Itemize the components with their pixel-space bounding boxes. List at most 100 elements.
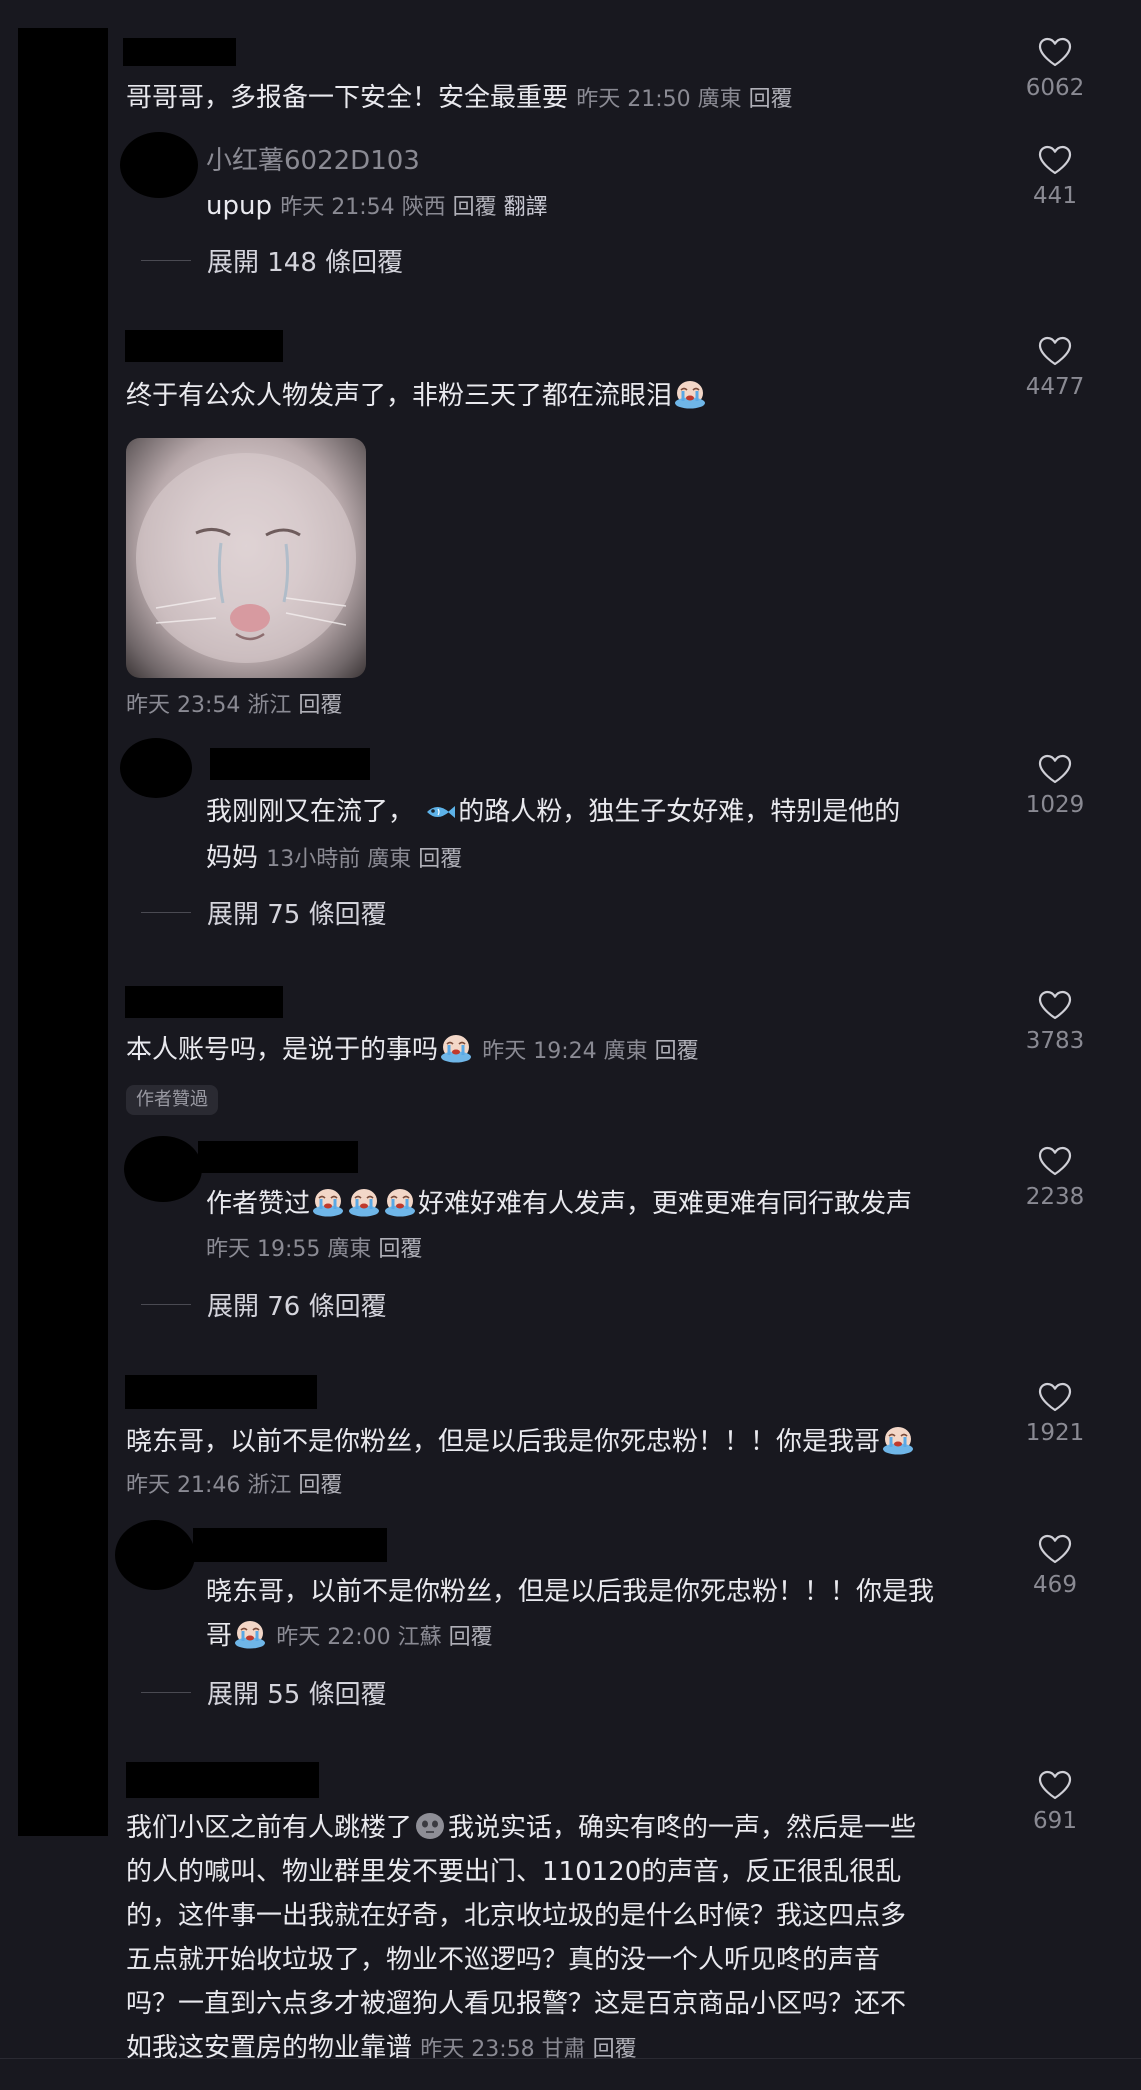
crying-face-emoji: [347, 1187, 381, 1217]
crying-cat-illustration: [136, 453, 356, 663]
expand-replies-button[interactable]: 展開 55 條回覆: [141, 1672, 387, 1712]
reply-button[interactable]: 回覆: [298, 1473, 342, 1498]
reply-text-line2: 妈妈 13小時前 廣東 回覆: [206, 836, 462, 882]
comment-meta: 昨天 21:46 浙江: [126, 1473, 292, 1498]
comment-image-crying-cat[interactable]: [126, 438, 366, 678]
reply-meta: 昨天 19:55 廣東: [206, 1237, 372, 1262]
heart-outline-icon: [1038, 37, 1072, 67]
like-count: 2238: [1025, 1184, 1085, 1210]
reply-button[interactable]: 回覆: [453, 195, 497, 220]
divider: [141, 1691, 191, 1693]
avatar[interactable]: [124, 1136, 202, 1202]
comment-meta-row: 昨天 21:46 浙江 回覆: [126, 1464, 342, 1508]
comment-body-part2: 我说实话，确实有咚的一声，然后是一些: [448, 1813, 917, 1843]
comment-meta: 昨天 21:50 廣東: [576, 87, 742, 112]
comment-text-line6: 如我这安置房的物业靠谱 昨天 23:58 甘肅 回覆: [126, 2026, 637, 2072]
reply-body-part3: 妈妈: [206, 843, 259, 873]
reply-button[interactable]: 回覆: [749, 87, 793, 112]
username-redacted: [126, 1762, 319, 1798]
comment-meta: 昨天 19:24 廣東: [482, 1039, 648, 1064]
reply-button[interactable]: 回覆: [655, 1039, 699, 1064]
reply-meta: 昨天 21:54 陝西: [280, 195, 446, 220]
username-redacted: [193, 1528, 387, 1562]
username-redacted: [123, 38, 236, 66]
heart-outline-icon: [1038, 145, 1072, 175]
comment-text: 晓东哥，以前不是你粉丝，但是以后我是你死忠粉！！！你是我哥: [126, 1420, 916, 1464]
translate-button[interactable]: 翻譯: [504, 195, 548, 220]
crying-face-emoji: [383, 1187, 417, 1217]
comment-text: 哥哥哥，多报备一下安全！安全最重要 昨天 21:50 廣東 回覆: [126, 76, 793, 122]
like-count: 469: [1033, 1572, 1077, 1598]
username-redacted: [125, 986, 283, 1018]
reply-meta: 昨天 22:00 江蘇: [276, 1625, 442, 1650]
reply-text: 我刚刚又在流了， 的路人粉，独生子女好难，特别是他的: [206, 790, 900, 834]
like-button[interactable]: 691: [1015, 1770, 1095, 1834]
divider: [141, 911, 191, 913]
expand-label: 展開 76 條回覆: [207, 1291, 387, 1322]
crying-face-emoji: [673, 379, 707, 409]
reply-button[interactable]: 回覆: [378, 1237, 422, 1262]
expand-label: 展開 75 條回覆: [207, 899, 387, 930]
comment-text-line2: 的人的喊叫、物业群里发不要出门、110120的声音，反正很乱很乱: [126, 1857, 902, 1887]
username-redacted: [125, 1375, 317, 1409]
author-liked-badge: 作者贊過: [126, 1085, 218, 1115]
comment-body: 晓东哥，以前不是你粉丝，但是以后我是你死忠粉！！！你是我哥: [126, 1427, 881, 1457]
expand-replies-button[interactable]: 展開 75 條回覆: [141, 892, 387, 932]
reply-button[interactable]: 回覆: [449, 1625, 493, 1650]
like-count: 6062: [1025, 75, 1085, 101]
like-count: 1921: [1025, 1420, 1085, 1446]
expand-label: 展開 55 條回覆: [207, 1679, 387, 1710]
comment-body: 哥哥哥，多报备一下安全！安全最重要: [126, 83, 569, 113]
comment-meta: 昨天 23:54 浙江: [126, 693, 292, 718]
comment-meta-row: 昨天 23:54 浙江 回覆: [126, 684, 342, 728]
like-button[interactable]: 4477: [1015, 336, 1095, 400]
reply-body-part1: 作者赞过: [206, 1189, 311, 1219]
bottom-divider: [0, 2058, 1141, 2059]
heart-outline-icon: [1038, 1534, 1072, 1564]
like-button[interactable]: 1921: [1015, 1382, 1095, 1446]
reply-text: upup 昨天 21:54 陝西 回覆 翻譯: [206, 184, 548, 230]
reply-meta-row: 昨天 19:55 廣東 回覆: [206, 1228, 422, 1272]
reply-button[interactable]: 回覆: [418, 847, 462, 872]
reply-body-part1: 我刚刚又在流了，: [206, 797, 415, 827]
avatar[interactable]: [120, 738, 192, 798]
like-button[interactable]: 1029: [1015, 754, 1095, 818]
fish-emoji: [424, 801, 456, 823]
username-redacted: [198, 1141, 358, 1173]
heart-outline-icon: [1038, 1770, 1072, 1800]
avatar[interactable]: [120, 132, 198, 198]
comment-text: 本人账号吗，是说于的事吗 昨天 19:24 廣東 回覆: [126, 1028, 699, 1074]
heart-outline-icon: [1038, 754, 1072, 784]
comment-text-line3: 的，这件事一出我就在好奇，北京收垃圾的是什么时候？我这四点多: [126, 1901, 907, 1931]
comment-text-line5: 吗？一直到六点多才被遛狗人看见报警？这是百京商品小区吗？还不: [126, 1989, 907, 2019]
comment-body: 本人账号吗，是说于的事吗: [126, 1035, 439, 1065]
like-count: 4477: [1025, 374, 1085, 400]
reply-body-line1: 晓东哥，以前不是你粉丝，但是以后我是你死忠粉！！！你是我: [206, 1577, 935, 1607]
reply-body-part2: 好难好难有人发声，更难更难有同行敢发声: [418, 1189, 913, 1219]
reply-button[interactable]: 回覆: [298, 693, 342, 718]
like-button[interactable]: 6062: [1015, 37, 1095, 101]
reply-text-line2: 哥 昨天 22:00 江蘇 回覆: [206, 1614, 493, 1660]
expand-replies-button[interactable]: 展開 76 條回覆: [141, 1284, 387, 1324]
like-button[interactable]: 2238: [1015, 1146, 1095, 1210]
skull-emoji: [413, 1811, 447, 1841]
reply-username[interactable]: 小红薯6022D103: [206, 140, 420, 177]
username-redacted: [210, 748, 370, 780]
heart-outline-icon: [1038, 1146, 1072, 1176]
like-count: 691: [1033, 1808, 1077, 1834]
reply-body-line2: 哥: [206, 1621, 233, 1651]
comment-text-line4: 五点就开始收垃圾了，物业不巡逻吗？真的没一个人听见咚的声音: [126, 1945, 881, 1975]
comment-text-line1: 我们小区之前有人跳楼了 我说实话，确实有咚的一声，然后是一些: [126, 1806, 916, 1850]
like-button[interactable]: 469: [1015, 1534, 1095, 1598]
reply-body-part2: 的路人粉，独生子女好难，特别是他的: [458, 797, 901, 827]
comment-text: 终于有公众人物发声了，非粉三天了都在流眼泪: [126, 374, 708, 418]
like-button[interactable]: 3783: [1015, 990, 1095, 1054]
like-button[interactable]: 441: [1015, 145, 1095, 209]
avatar[interactable]: [115, 1520, 195, 1590]
reply-body: upup: [206, 191, 272, 221]
crying-face-emoji: [881, 1425, 915, 1455]
comment-body-part1: 我们小区之前有人跳楼了: [126, 1813, 413, 1843]
like-count: 1029: [1025, 792, 1085, 818]
expand-replies-button[interactable]: 展開 148 條回覆: [141, 240, 403, 280]
heart-outline-icon: [1038, 336, 1072, 366]
